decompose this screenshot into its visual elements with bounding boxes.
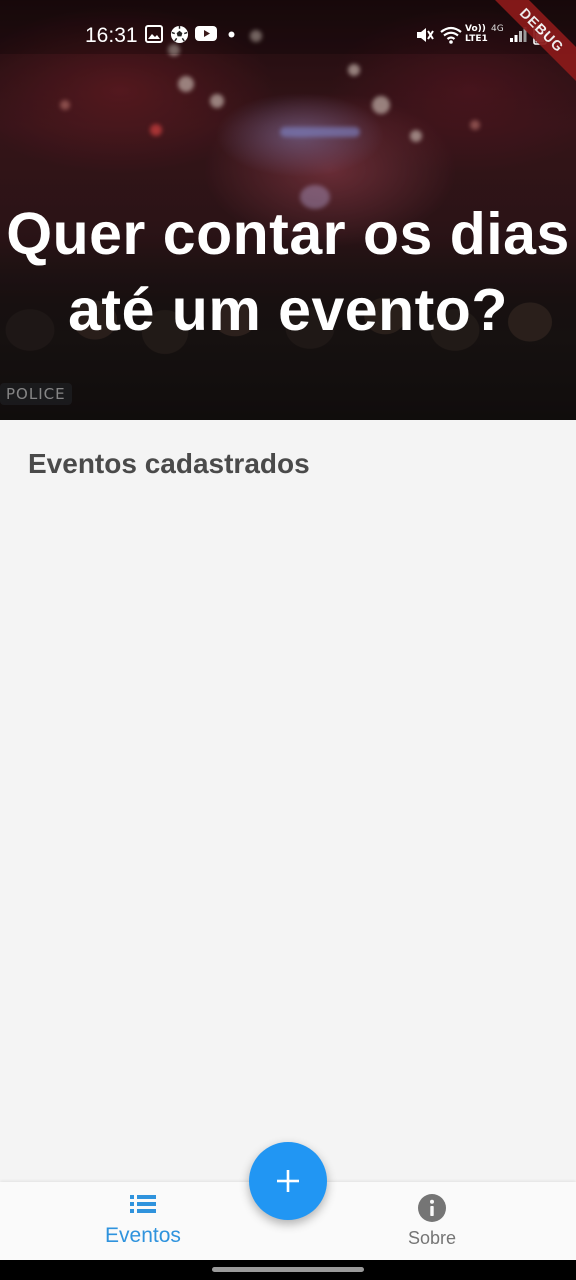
- nav-label-eventos: Eventos: [105, 1224, 181, 1247]
- soccer-ball-icon: [170, 25, 189, 44]
- status-bar: 16:31 Vo)) LTE1 4G DEBUG: [0, 0, 576, 88]
- nav-label-sobre: Sobre: [407, 1228, 457, 1248]
- add-event-button[interactable]: [249, 1142, 327, 1220]
- dot-icon: [228, 31, 235, 38]
- section-title: Eventos cadastrados: [28, 448, 310, 479]
- plus-icon: [277, 1170, 299, 1192]
- volte-icon: Vo)) LTE1: [465, 24, 488, 44]
- wifi-icon: [440, 26, 462, 44]
- network-type-label: 4G: [491, 24, 504, 34]
- nav-item-sobre[interactable]: Sobre: [332, 1182, 532, 1260]
- info-icon: [418, 1194, 446, 1222]
- youtube-icon: [195, 26, 217, 41]
- hero-banner: POLICE Quer contar os dias até um evento…: [0, 0, 576, 420]
- hero-title-line-2: até um evento?: [68, 277, 508, 343]
- hero-title: Quer contar os dias até um evento?: [0, 196, 576, 348]
- image-icon: [145, 25, 163, 43]
- status-time: 16:31: [85, 24, 138, 47]
- hero-title-line-1: Quer contar os dias: [6, 201, 570, 267]
- mute-icon: [417, 28, 434, 42]
- home-gesture-bar[interactable]: [212, 1267, 364, 1272]
- events-list: [0, 500, 576, 1180]
- list-icon: [130, 1195, 156, 1213]
- nav-item-eventos[interactable]: Eventos: [43, 1182, 243, 1260]
- app-screen: POLICE Quer contar os dias até um evento…: [0, 0, 576, 1280]
